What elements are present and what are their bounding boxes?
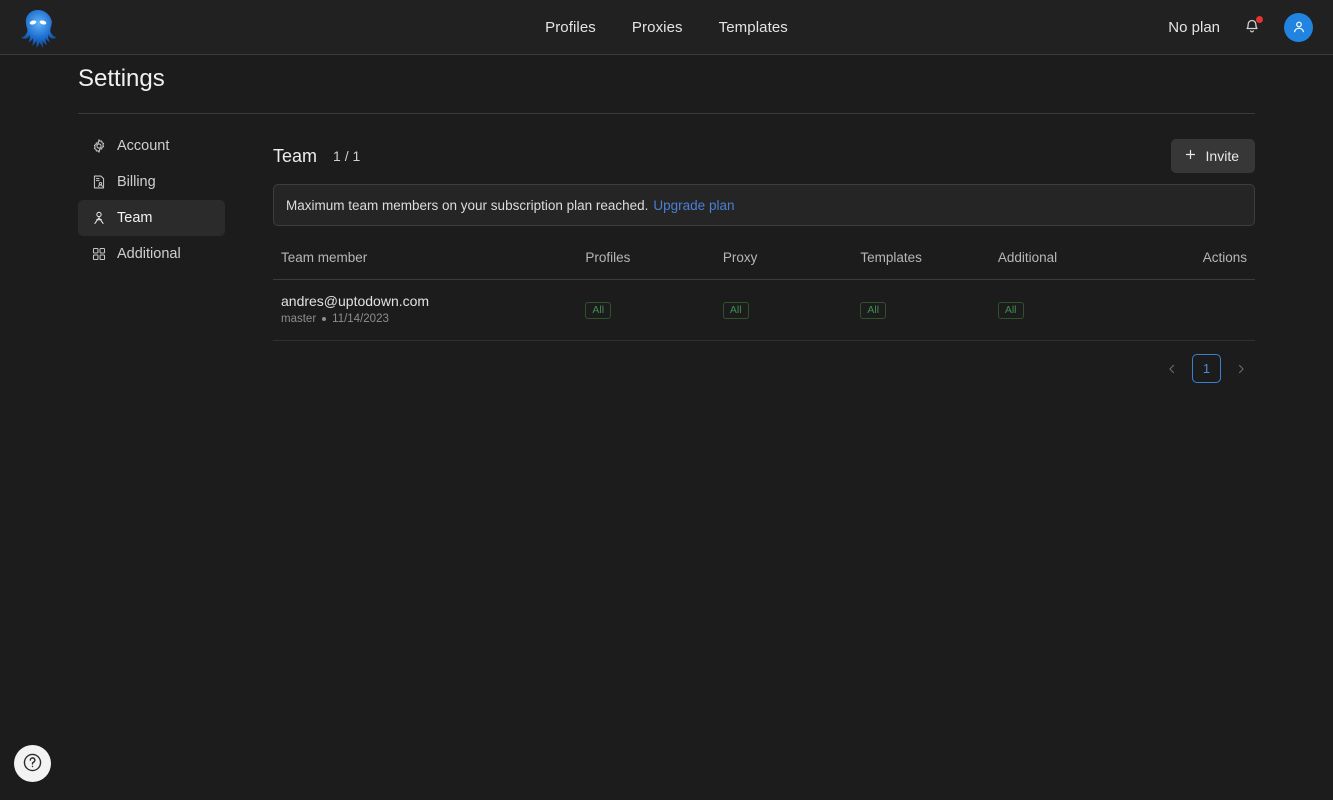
table-body: andres@uptodown.com master 11/14/2023 Al…: [273, 279, 1255, 341]
chevron-right-icon[interactable]: [1227, 355, 1255, 383]
cell-proxy: All: [714, 279, 853, 341]
cell-team-member: andres@uptodown.com master 11/14/2023: [273, 279, 578, 341]
sidebar-item-label: Account: [117, 138, 170, 154]
avatar[interactable]: [1284, 12, 1313, 42]
team-members-table: Team member Profiles Proxy Templates Add…: [273, 245, 1255, 341]
team-member-count: 1 / 1: [333, 148, 361, 164]
status-badge: All: [997, 301, 1024, 319]
cell-templates: All: [852, 279, 990, 341]
team-header: Team 1 / 1 Invite: [273, 128, 1255, 184]
plan-status-label[interactable]: No plan: [1168, 19, 1220, 36]
member-date: 11/14/2023: [332, 313, 389, 325]
column-actions: Actions: [1146, 245, 1255, 280]
sidebar-item-label: Billing: [117, 174, 156, 190]
cell-additional: All: [989, 279, 1147, 341]
status-badge: All: [860, 301, 887, 319]
table-header-row: Team member Profiles Proxy Templates Add…: [273, 245, 1255, 280]
invite-button[interactable]: Invite: [1170, 139, 1255, 173]
alert-message: Maximum team members on your subscriptio…: [286, 197, 649, 213]
status-badge: All: [585, 301, 612, 319]
sidebar-item-label: Additional: [117, 246, 181, 262]
chevron-left-icon[interactable]: [1158, 355, 1186, 383]
column-additional[interactable]: Additional: [989, 245, 1147, 280]
sidebar-item-team[interactable]: Team: [78, 200, 225, 236]
person-icon: [90, 210, 107, 227]
nav-profiles[interactable]: Profiles: [545, 19, 596, 36]
pagination-page-1[interactable]: 1: [1192, 354, 1221, 383]
help-question-icon: [22, 752, 43, 776]
table-header: Team member Profiles Proxy Templates Add…: [273, 245, 1255, 280]
help-button[interactable]: [14, 745, 51, 782]
invoice-icon: [90, 174, 107, 191]
column-templates[interactable]: Templates: [852, 245, 990, 280]
cell-profiles: All: [577, 279, 715, 341]
column-profiles[interactable]: Profiles: [577, 245, 715, 280]
team-title: Team: [273, 145, 318, 166]
kraken-logo-icon[interactable]: [14, 4, 62, 52]
member-role: master: [281, 313, 317, 325]
notification-bell-icon[interactable]: [1242, 16, 1263, 38]
sidebar-item-additional[interactable]: Additional: [78, 236, 225, 272]
cell-actions[interactable]: [1146, 279, 1255, 341]
top-bar: Profiles Proxies Templates No plan: [0, 0, 1333, 55]
sidebar-item-label: Team: [117, 210, 153, 226]
team-panel: Team 1 / 1 Invite Maximum team members o…: [273, 128, 1255, 383]
notification-dot: [1256, 16, 1263, 23]
table-row[interactable]: andres@uptodown.com master 11/14/2023 Al…: [273, 279, 1255, 341]
nav-proxies[interactable]: Proxies: [632, 19, 683, 36]
settings-sidebar: Account Billing Team Additional: [78, 128, 225, 272]
grid-icon: [90, 246, 107, 263]
header-divider: [78, 113, 1255, 114]
column-proxy[interactable]: Proxy: [714, 245, 853, 280]
column-team-member[interactable]: Team member: [273, 245, 578, 280]
nav-templates[interactable]: Templates: [719, 19, 788, 36]
top-navigation: Profiles Proxies Templates: [545, 19, 788, 36]
member-meta: master 11/14/2023: [281, 313, 569, 325]
member-email: andres@uptodown.com: [281, 293, 430, 309]
gear-icon: [90, 138, 107, 155]
status-badge: All: [722, 301, 749, 319]
top-bar-right: No plan: [1168, 12, 1313, 42]
sidebar-item-account[interactable]: Account: [78, 128, 225, 164]
plan-limit-alert: Maximum team members on your subscriptio…: [273, 184, 1255, 226]
upgrade-plan-link[interactable]: Upgrade plan: [653, 198, 734, 213]
invite-button-label: Invite: [1205, 148, 1239, 164]
settings-page: Settings Account Billing Team Additional…: [0, 55, 1333, 800]
meta-separator-dot: [322, 317, 327, 321]
page-title: Settings: [78, 65, 165, 92]
plus-icon: [1184, 148, 1197, 164]
pagination: 1: [273, 354, 1255, 383]
sidebar-item-billing[interactable]: Billing: [78, 164, 225, 200]
